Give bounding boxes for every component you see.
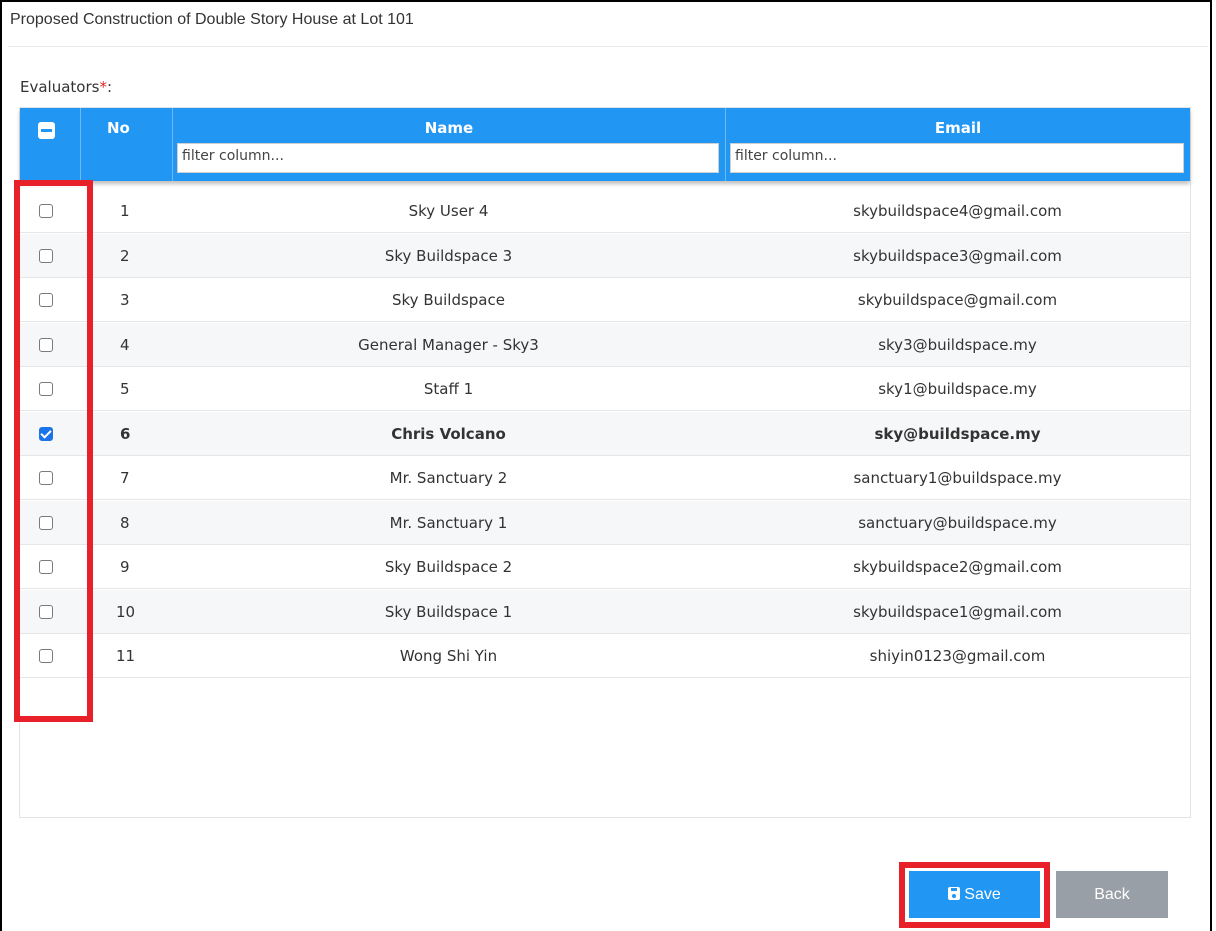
row-checkbox[interactable] [39, 204, 53, 218]
row-no: 7 [120, 469, 130, 487]
name-filter-input[interactable]: filter column... [177, 143, 719, 173]
table-row[interactable]: 10 Sky Buildspace 1 skybuildspace1@gmail.c… [20, 590, 1190, 634]
header-email-label: Email [934, 119, 982, 137]
row-name: General Manager - Sky3 [358, 336, 539, 354]
row-email: skybuildspace@gmail.com [857, 291, 1058, 309]
title-divider [8, 46, 1208, 47]
row-name: Mr. Sanctuary 1 [389, 514, 508, 532]
row-name: Sky Buildspace [392, 291, 505, 309]
table-row[interactable]: 3 Sky Buildspace skybuildspace@gmail.com [20, 278, 1190, 322]
row-checkbox[interactable] [39, 471, 53, 485]
row-email: sky3@buildspace.my [878, 336, 1037, 354]
row-no: 6 [120, 425, 131, 443]
table-row[interactable]: 5 Staff 1 sky1@buildspace.my [20, 367, 1190, 411]
row-checkbox[interactable] [39, 338, 53, 352]
row-email: sanctuary@buildspace.my [858, 514, 1057, 532]
table-row[interactable]: 2 Sky Buildspace 3 skybuildspace3@gmail.co… [20, 234, 1190, 278]
row-name: Sky Buildspace 1 [384, 603, 513, 621]
row-name: Wong Shi Yin [399, 647, 498, 665]
row-email: skybuildspace4@gmail.com [853, 202, 1062, 220]
evaluators-label-colon: : [106, 78, 113, 96]
header-name[interactable]: Name filter column... [172, 108, 725, 181]
grid-header: No Name filter column... Email filter co… [20, 108, 1190, 181]
row-no: 8 [120, 514, 130, 532]
required-asterisk: * [99, 78, 107, 96]
header-no[interactable]: No [80, 108, 172, 181]
row-no: 4 [120, 336, 130, 354]
table-row[interactable]: 8 Mr. Sanctuary 1 sanctuary@buildspace.my [20, 501, 1190, 545]
row-checkbox[interactable] [39, 382, 53, 396]
header-select-all-cell [20, 108, 80, 181]
row-email: skybuildspace1@gmail.com [853, 603, 1062, 621]
row-no: 5 [120, 380, 130, 398]
table-row[interactable]: 6 Chris Volcano sky@buildspace.my [20, 412, 1190, 456]
select-all-checkbox[interactable] [38, 122, 55, 139]
evaluators-label-text: Evaluators [20, 78, 100, 96]
save-button[interactable]: Save [909, 871, 1040, 918]
row-no: 9 [120, 558, 130, 576]
header-email[interactable]: Email filter column... [725, 108, 1190, 181]
table-row[interactable]: 4 General Manager - Sky3 sky3@buildspace.m… [20, 323, 1190, 367]
row-name: Sky Buildspace 3 [384, 247, 513, 265]
evaluators-label: Evaluators*: [20, 78, 112, 96]
row-name: Sky User 4 [408, 202, 489, 220]
row-checkbox[interactable] [39, 249, 53, 263]
table-row[interactable]: 1 Sky User 4 skybuildspace4@gmail.com [20, 189, 1190, 233]
row-email: sanctuary1@buildspace.my [853, 469, 1062, 487]
floppy-disk-icon [948, 886, 961, 900]
table-row[interactable]: 9 Sky Buildspace 2 skybuildspace2@gmail.co… [20, 545, 1190, 589]
row-email: skybuildspace2@gmail.com [853, 558, 1062, 576]
row-name: Mr. Sanctuary 2 [389, 469, 508, 487]
header-name-label: Name [424, 119, 474, 137]
header-no-label: No [107, 119, 130, 137]
save-button-label: Save [964, 885, 1001, 903]
row-checkbox[interactable] [39, 560, 53, 574]
row-email: shiyin0123@gmail.com [869, 647, 1046, 665]
row-name: Chris Volcano [391, 425, 506, 443]
email-filter-input[interactable]: filter column... [730, 143, 1184, 173]
row-checkbox[interactable] [39, 649, 53, 663]
page-title: Proposed Construction of Double Story Ho… [10, 11, 414, 28]
row-checkbox[interactable] [39, 293, 53, 307]
row-email: sky1@buildspace.my [878, 380, 1037, 398]
row-no: 1 [120, 202, 130, 220]
back-button[interactable]: Back [1056, 871, 1168, 918]
row-no: 3 [120, 291, 130, 309]
row-no: 11 [116, 647, 136, 665]
row-no: 2 [120, 247, 130, 265]
row-checkbox[interactable] [39, 427, 53, 441]
row-no: 10 [116, 603, 136, 621]
row-checkbox[interactable] [39, 605, 53, 619]
table-row[interactable]: 11 Wong Shi Yin shiyin0123@gmail.com [20, 634, 1190, 678]
row-name: Staff 1 [423, 380, 474, 398]
evaluators-grid: No Name filter column... Email filter co… [19, 107, 1191, 818]
row-name: Sky Buildspace 2 [384, 558, 513, 576]
row-email: skybuildspace3@gmail.com [853, 247, 1062, 265]
table-row[interactable]: 7 Mr. Sanctuary 2 sanctuary1@buildspace.my [20, 456, 1190, 500]
row-email: sky@buildspace.my [874, 425, 1041, 443]
row-checkbox[interactable] [39, 516, 53, 530]
